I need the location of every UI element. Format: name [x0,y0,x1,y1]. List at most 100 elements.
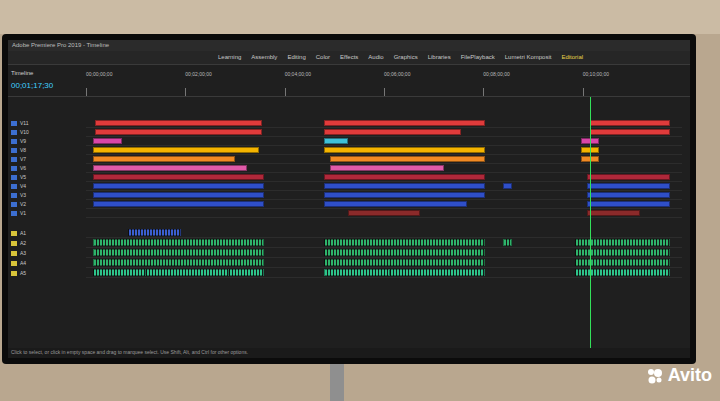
clip[interactable] [503,183,512,189]
track-toggle-icon[interactable] [11,193,17,198]
clip[interactable] [581,138,599,144]
workspace-tab[interactable]: Editing [287,53,305,62]
clip[interactable] [575,259,670,266]
clip[interactable] [324,269,390,276]
clip[interactable] [390,269,485,276]
clip[interactable] [93,239,263,246]
clip[interactable] [95,120,262,126]
clip[interactable] [93,174,263,180]
track-toggle-icon[interactable] [11,202,17,207]
clip[interactable] [93,269,145,276]
clip[interactable] [324,239,485,246]
workspace-tab[interactable]: Effects [340,53,358,62]
clip[interactable] [581,147,599,153]
clip[interactable] [587,174,670,180]
clip[interactable] [95,129,262,135]
clip[interactable] [587,201,670,207]
clip[interactable] [128,229,182,236]
status-bar: Click to select, or click in empty space… [8,348,690,358]
clip[interactable] [324,192,485,198]
track-name: A2 [20,241,26,246]
workspace-tab[interactable]: Color [316,53,330,62]
clip[interactable] [93,249,263,256]
clip[interactable] [93,201,263,207]
playhead-layer [86,97,682,348]
wall [0,0,720,34]
track-name: V1 [20,211,26,216]
track-name: V5 [20,175,26,180]
track-row: V9 [8,137,690,146]
track-toggle-icon[interactable] [11,261,17,266]
track-row: V2 [8,200,690,209]
clip[interactable] [590,129,670,135]
clip[interactable] [93,147,259,153]
clip[interactable] [324,259,485,266]
workspace-tab[interactable]: Assembly [251,53,277,62]
clip[interactable] [330,165,443,171]
track-toggle-icon[interactable] [11,139,17,144]
track-list: V11V10V9V8V7V6V5V4V3V2V1A1A2A3A4A5 [8,97,690,278]
clip[interactable] [587,210,641,216]
workspace-tab[interactable]: FilePlayback [461,53,495,62]
clip[interactable] [324,129,461,135]
workspace-tab[interactable]: Libraries [428,53,451,62]
track-toggle-icon[interactable] [11,157,17,162]
track-lane [86,191,682,200]
clip[interactable] [324,249,485,256]
clip[interactable] [330,156,485,162]
clip[interactable] [590,120,670,126]
window-title: Adobe Premiere Pro 2019 - Timeline [12,41,109,50]
clip[interactable] [575,239,670,246]
clip[interactable] [229,269,264,276]
track-toggle-icon[interactable] [11,175,17,180]
track-toggle-icon[interactable] [11,271,17,276]
clip[interactable] [324,138,348,144]
track-toggle-icon[interactable] [11,148,17,153]
clip[interactable] [581,156,599,162]
clip[interactable] [93,192,263,198]
track-toggle-icon[interactable] [11,184,17,189]
time-ruler[interactable]: 00;00;00;0000;02;00;0000;04;00;0000;06;0… [86,65,682,96]
clip[interactable] [324,147,485,153]
clip[interactable] [587,183,670,189]
clip[interactable] [575,269,670,276]
clip[interactable] [324,201,467,207]
avito-logo-icon [646,367,664,385]
ruler-tick [583,88,584,96]
track-toggle-icon[interactable] [11,241,17,246]
track-row: V7 [8,155,690,164]
workspace-tab[interactable]: Lumetri Komposit [505,53,552,62]
track-toggle-icon[interactable] [11,211,17,216]
track-toggle-icon[interactable] [11,130,17,135]
watermark-text: Avito [668,362,712,389]
clip[interactable] [93,259,263,266]
track-toggle-icon[interactable] [11,166,17,171]
clip[interactable] [93,165,247,171]
clip[interactable] [93,138,122,144]
track-toggle-icon[interactable] [11,231,17,236]
track-lane [86,258,682,268]
clip[interactable] [146,269,229,276]
clip[interactable] [503,239,512,246]
sequence-tab[interactable]: Timeline [11,69,83,78]
ruler-label: 00;08;00;00 [483,71,509,79]
playhead[interactable] [590,97,591,348]
track-toggle-icon[interactable] [11,121,17,126]
clip[interactable] [324,120,485,126]
workspace-tab[interactable]: Graphics [394,53,418,62]
clip[interactable] [324,174,485,180]
clip[interactable] [324,183,485,189]
clip[interactable] [348,210,420,216]
track-name: A4 [20,261,26,266]
workspace-tab[interactable]: Audio [368,53,383,62]
track-header: A5 [8,268,86,278]
clip[interactable] [93,183,263,189]
workspace-tab[interactable]: Learning [218,53,241,62]
clip[interactable] [93,156,235,162]
workspace-tab[interactable]: Editorial [561,53,583,62]
timecode[interactable]: 00;01;17;30 [11,80,83,92]
clip[interactable] [587,192,670,198]
track-name: A3 [20,251,26,256]
clip[interactable] [575,249,670,256]
track-toggle-icon[interactable] [11,251,17,256]
